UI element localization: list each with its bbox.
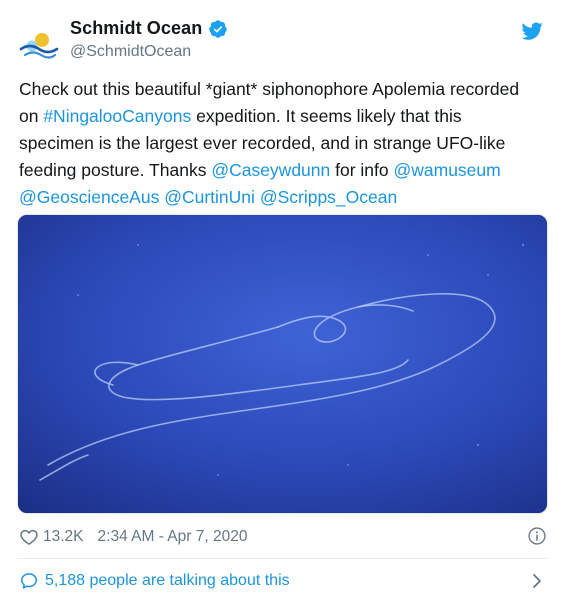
info-icon[interactable] [527, 526, 547, 546]
mention-link[interactable]: @Scripps_Ocean [260, 187, 397, 207]
tweet-card: Schmidt Ocean @SchmidtOcean Check out th… [0, 0, 564, 600]
tweet-line: on [19, 106, 44, 126]
speech-bubble-icon [21, 573, 37, 589]
talking-about-text[interactable]: 5,188 people are talking about this [45, 572, 290, 590]
hashtag-link[interactable]: #NingalooCanyons [43, 106, 191, 126]
tweet-text: Check out this beautiful *giant* siphono… [19, 76, 549, 211]
heart-icon[interactable] [19, 527, 39, 547]
tweet-line: specimen is the largest ever recorded, a… [19, 133, 506, 153]
siphonophore-photo-icon [18, 215, 547, 513]
chevron-right-icon[interactable] [529, 572, 545, 590]
verified-badge-icon [209, 19, 228, 38]
avatar[interactable] [17, 22, 61, 66]
tweet-photo[interactable] [17, 214, 548, 514]
tweet-meta: 13.2K 2:34 AM - Apr 7, 2020 [19, 525, 547, 549]
mention-link[interactable]: @Caseywdunn [211, 160, 330, 180]
tweet-line: feeding posture. Thanks [19, 160, 212, 180]
tweet-line: for info [330, 160, 394, 180]
mention-link[interactable]: @GeoscienceAus [19, 187, 159, 207]
mention-link[interactable]: @wamuseum [393, 160, 500, 180]
tweet-line: expedition. It seems likely that this [191, 106, 462, 126]
divider [17, 558, 547, 559]
mention-link[interactable]: @CurtinUni [164, 187, 255, 207]
conversation-link[interactable]: 5,188 people are talking about this [19, 568, 547, 594]
schmidt-ocean-logo-icon [19, 33, 59, 59]
timestamp[interactable]: 2:34 AM - Apr 7, 2020 [98, 528, 248, 546]
tweet-line: Check out this beautiful *giant* siphono… [19, 79, 520, 99]
twitter-bird-icon[interactable] [521, 20, 543, 42]
handle[interactable]: @SchmidtOcean [70, 43, 191, 61]
display-name[interactable]: Schmidt Ocean [70, 18, 202, 39]
like-count[interactable]: 13.2K [43, 528, 84, 546]
account-name-row[interactable]: Schmidt Ocean [70, 18, 228, 39]
